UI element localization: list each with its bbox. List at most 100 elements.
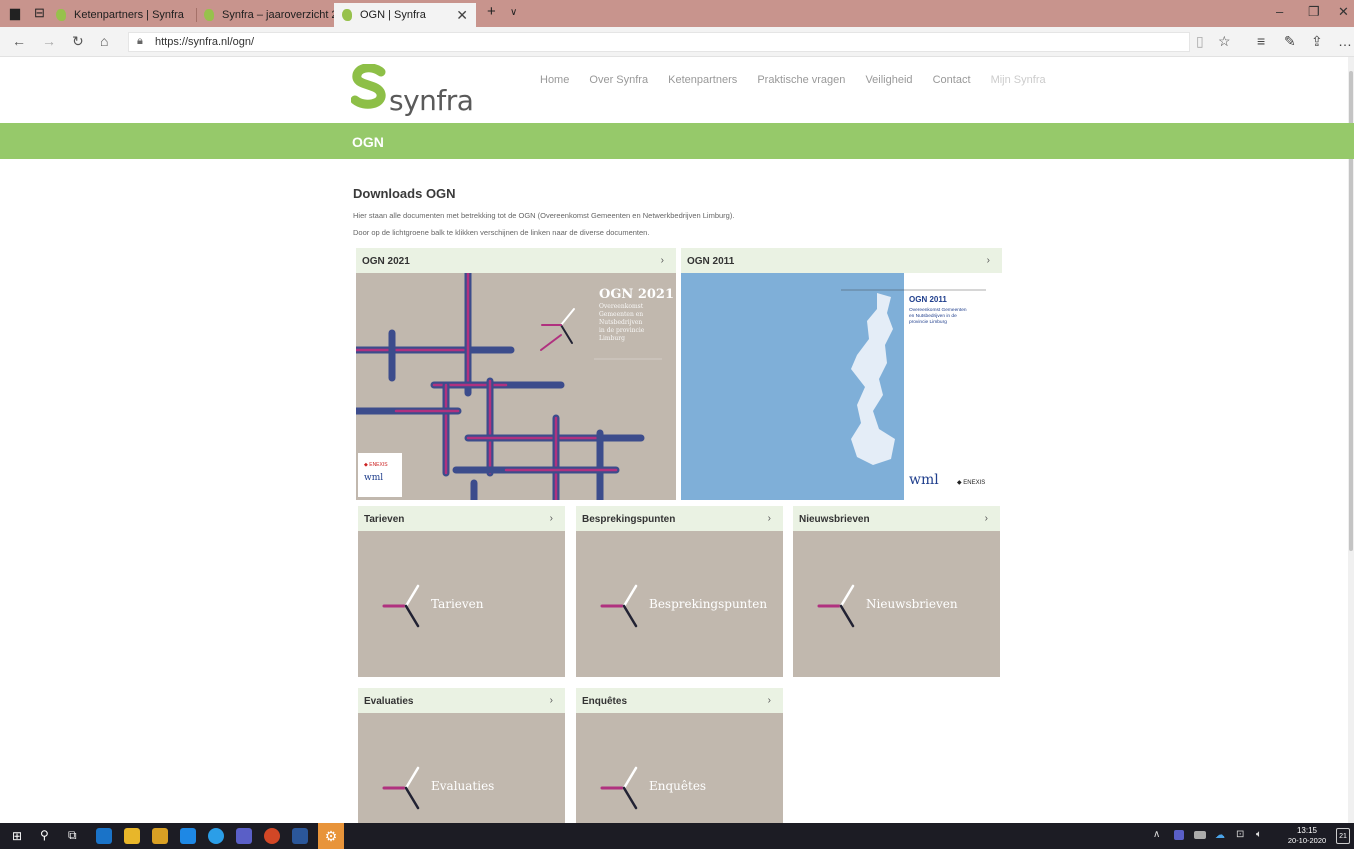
restore-icon[interactable]: ❐ [1308, 4, 1320, 20]
refresh-icon[interactable]: ↻ [72, 33, 84, 50]
svg-text:wml: wml [364, 473, 383, 483]
cover-title: OGN 2021 [599, 287, 674, 302]
word-icon[interactable] [292, 828, 308, 844]
network-icon[interactable]: ⊡ [1236, 829, 1244, 840]
card-image-nieuwsbrieven[interactable]: Nieuwsbrieven [793, 531, 1000, 677]
turbine-icon [382, 766, 420, 810]
card-header-nieuwsbrieven[interactable]: Nieuwsbrieven › [793, 506, 1000, 531]
browser-tab-bar: ▆ ⊟ Ketenpartners | Synfra Synfra – jaar… [0, 0, 1354, 27]
card-title: Evaluaties [364, 696, 414, 707]
cover-subtitle: Overeenkomst Gemeenten en Nutsbedrijven … [599, 303, 645, 342]
tray-chevron-up-icon[interactable]: ∧ [1153, 829, 1160, 840]
skype-icon[interactable] [208, 828, 224, 844]
powerpoint-icon[interactable] [264, 828, 280, 844]
tabs-aside-icon[interactable]: ⊟ [34, 5, 45, 21]
windows-start-icon[interactable]: ⊞ [12, 829, 26, 843]
card-image-besprekingspunten[interactable]: Besprekingspunten [576, 531, 783, 677]
synfra-favicon-icon [342, 9, 352, 21]
forward-icon[interactable]: → [42, 33, 56, 49]
reading-view-icon[interactable]: ▯ [1196, 33, 1204, 50]
tab-ketenpartners[interactable]: Ketenpartners | Synfra [48, 3, 196, 27]
tray-battery-icon[interactable] [1194, 831, 1206, 839]
task-view-icon[interactable]: ⧉ [68, 828, 84, 844]
nav-ketenpartners[interactable]: Ketenpartners [668, 74, 737, 86]
new-tab-icon[interactable]: + [487, 3, 496, 20]
chevron-right-icon: › [984, 513, 988, 524]
nav-contact[interactable]: Contact [933, 74, 971, 86]
store-icon[interactable] [152, 828, 168, 844]
volume-icon[interactable]: 🔈︎ [1256, 829, 1262, 840]
card-header-enquetes[interactable]: Enquêtes › [576, 688, 783, 713]
card-header-ogn-2011[interactable]: OGN 2011 › [681, 248, 1002, 273]
edge-icon[interactable] [180, 828, 196, 844]
nav-veiligheid[interactable]: Veiligheid [865, 74, 912, 86]
synfra-logo[interactable]: synfra [351, 64, 474, 117]
clock-time[interactable]: 13:15 [1287, 826, 1327, 835]
turbine-icon [817, 584, 855, 628]
logo-text: synfra [389, 84, 474, 117]
nav-praktische-vragen[interactable]: Praktische vragen [757, 74, 845, 86]
address-bar-row: ← → ↻ ⌂ 🔒︎ https://synfra.nl/ogn/ ▯ ☆ ≡ … [0, 27, 1354, 57]
close-window-icon[interactable]: ✕ [1338, 4, 1349, 20]
svg-text:◆ ENEXIS: ◆ ENEXIS [957, 480, 985, 486]
home-icon[interactable]: ⌂ [100, 33, 108, 49]
scrollbar[interactable] [1348, 57, 1354, 823]
pen-icon[interactable]: ✎ [1284, 33, 1296, 50]
main-navigation: Home Over Synfra Ketenpartners Praktisch… [540, 74, 1063, 86]
card-title: Tarieven [364, 514, 405, 525]
nav-over-synfra[interactable]: Over Synfra [589, 74, 648, 86]
close-tab-icon[interactable]: ✕ [456, 7, 468, 24]
cover-title: OGN 2011 [909, 295, 947, 304]
card-label: Enquêtes [649, 779, 707, 793]
notification-center-icon[interactable]: 21 [1336, 828, 1350, 844]
section-title: Downloads OGN [353, 186, 456, 201]
ogn-2011-cover[interactable]: OGN 2011 wml ◆ ENEXIS Overeenkomst Gemee… [681, 273, 1002, 500]
svg-text:◆ ENEXIS: ◆ ENEXIS [364, 462, 388, 468]
tab-ogn[interactable]: OGN | Synfra ✕ [334, 3, 476, 27]
tab-list-chevron-icon[interactable]: ∨ [510, 7, 517, 18]
file-explorer-icon[interactable] [124, 828, 140, 844]
description-line-2: Door op de lichtgroene balk te klikken v… [353, 228, 650, 237]
settings-gear-icon[interactable]: ⚙ [318, 823, 344, 849]
svg-text:wml: wml [909, 472, 939, 488]
card-header-ogn-2021[interactable]: OGN 2021 › [356, 248, 676, 273]
chevron-right-icon: › [767, 695, 771, 706]
favorite-star-icon[interactable]: ☆ [1218, 33, 1231, 50]
outlook-icon[interactable] [96, 828, 112, 844]
windows-taskbar: ⊞ ⚲ ⧉ ⚙ ∧ ☁ ⊡ 🔈︎ 13:15 20-10-2020 21 [0, 823, 1354, 849]
card-label: Besprekingspunten [649, 597, 768, 611]
card-label: Evaluaties [431, 779, 495, 793]
nav-home[interactable]: Home [540, 74, 569, 86]
card-header-evaluaties[interactable]: Evaluaties › [358, 688, 565, 713]
more-icon[interactable]: … [1338, 33, 1352, 49]
favorites-hub-icon[interactable]: ≡ [1257, 33, 1265, 49]
card-image-tarieven[interactable]: Tarieven [358, 531, 565, 677]
card-title: OGN 2021 [362, 256, 410, 267]
cover-subtitle: Overeenkomst Gemeenten en Nutsbedrijven … [909, 308, 967, 325]
clock-date[interactable]: 20-10-2020 [1281, 836, 1333, 845]
card-header-tarieven[interactable]: Tarieven › [358, 506, 565, 531]
turbine-icon [600, 584, 638, 628]
card-label: Nieuwsbrieven [866, 597, 958, 611]
tab-title: OGN | Synfra [360, 9, 426, 21]
minimize-icon[interactable]: – [1276, 4, 1283, 19]
search-icon[interactable]: ⚲ [40, 828, 56, 844]
nav-mijn-synfra[interactable]: Mijn Synfra [991, 74, 1046, 86]
tab-jaaroverzicht[interactable]: Synfra – jaaroverzicht 2019 [196, 3, 356, 27]
tab-actions-icon[interactable]: ▆ [10, 5, 20, 21]
chevron-right-icon: › [767, 513, 771, 524]
chevron-right-icon: › [549, 513, 553, 524]
url-field[interactable]: 🔒︎ https://synfra.nl/ogn/ [128, 32, 1190, 52]
card-header-besprekingspunten[interactable]: Besprekingspunten › [576, 506, 783, 531]
ogn-2021-cover[interactable]: OGN 2021 ◆ ENEXIS wml Overeenkomst Gemee… [356, 273, 676, 500]
tray-teams-icon[interactable] [1174, 830, 1184, 840]
share-icon[interactable]: ⇪ [1311, 33, 1323, 50]
teams-icon[interactable] [236, 828, 252, 844]
card-image-evaluaties[interactable]: Evaluaties [358, 713, 565, 823]
onedrive-icon[interactable]: ☁ [1215, 830, 1225, 841]
card-image-enquetes[interactable]: Enquêtes [576, 713, 783, 823]
back-icon[interactable]: ← [12, 33, 26, 49]
chevron-right-icon: › [986, 255, 990, 266]
description-line-1: Hier staan alle documenten met betrekkin… [353, 211, 735, 220]
chevron-right-icon: › [660, 255, 664, 266]
